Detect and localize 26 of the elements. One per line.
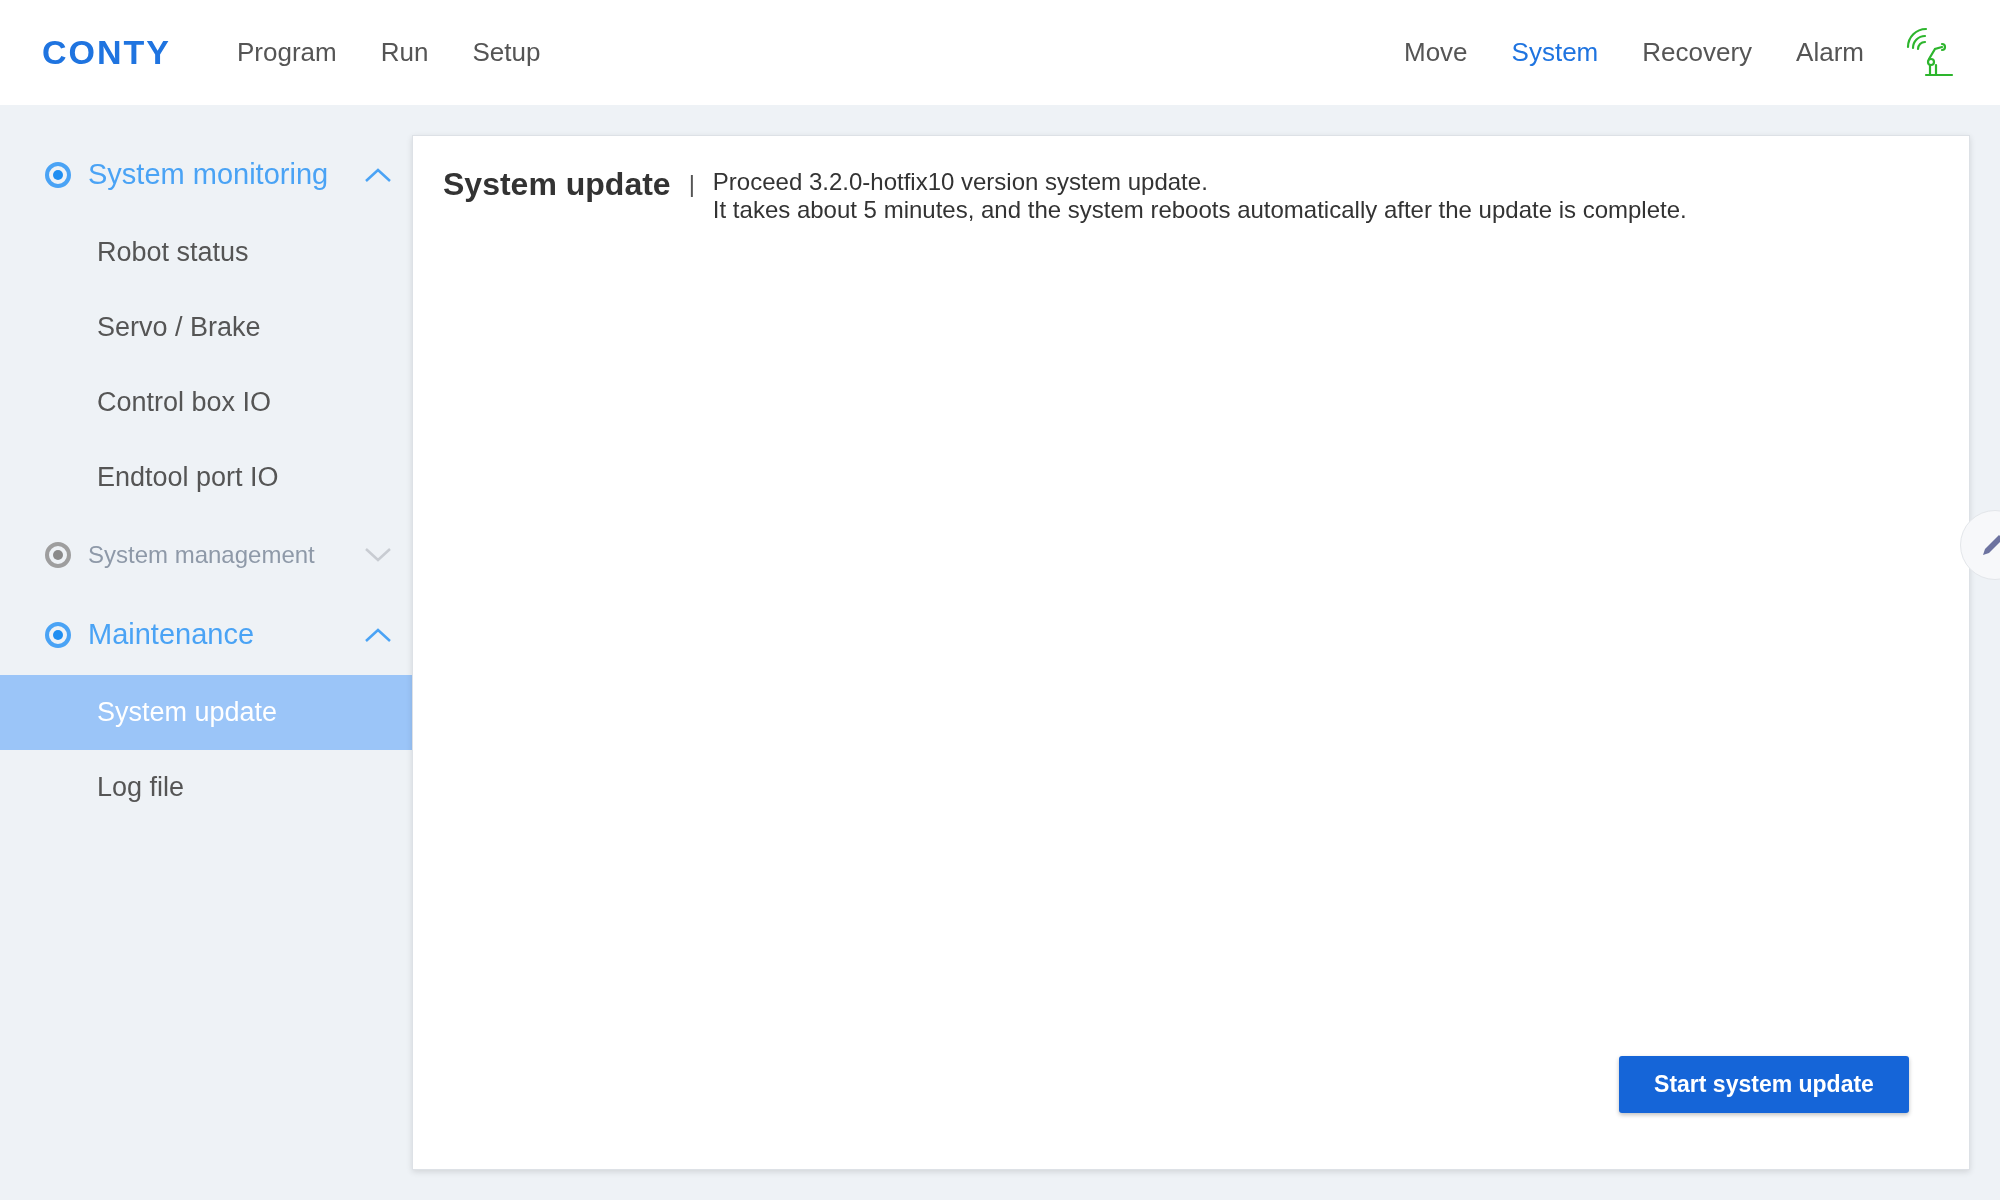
sidebar-item[interactable]: Robot status xyxy=(0,215,412,290)
panel-title: System update xyxy=(443,165,671,204)
description-text: Proceed 3.2.0-hotfix10 version system update. xyxy=(712,168,1209,196)
nav-link[interactable]: Run xyxy=(380,33,429,72)
description-text: It takes about 5 minutes, and the system reboots automatically after the update is complete. xyxy=(712,196,1687,224)
chevron-up-icon[interactable] xyxy=(364,167,392,183)
section-label: System monitoring xyxy=(88,157,330,193)
nav-link[interactable]: System xyxy=(1511,33,1599,72)
chevron-down-icon[interactable] xyxy=(364,547,392,563)
sidebar-item[interactable]: Endtool port IO xyxy=(0,440,412,515)
chevron-up-icon[interactable] xyxy=(364,627,392,643)
section-label: Maintenance xyxy=(88,617,256,653)
sidebar-item[interactable]: Log file xyxy=(0,750,412,825)
sidebar-item[interactable]: Servo / Brake xyxy=(0,290,412,365)
nav-link[interactable]: Alarm xyxy=(1796,33,1864,72)
pencil-icon xyxy=(1981,533,2000,557)
robot-signal-icon[interactable] xyxy=(1904,26,1956,79)
nav-link[interactable]: Setup xyxy=(472,33,541,72)
logo: CONTY xyxy=(42,32,171,73)
title-separator: | xyxy=(688,169,695,199)
nav-link[interactable]: Move xyxy=(1404,33,1468,72)
start-update-button[interactable]: Start system update xyxy=(1619,1056,1909,1113)
nav-link[interactable]: Program xyxy=(237,33,337,72)
section-label: System management xyxy=(88,540,316,570)
sidebar-item[interactable]: Control box IO xyxy=(0,365,412,440)
nav-link[interactable]: Recovery xyxy=(1642,33,1753,72)
